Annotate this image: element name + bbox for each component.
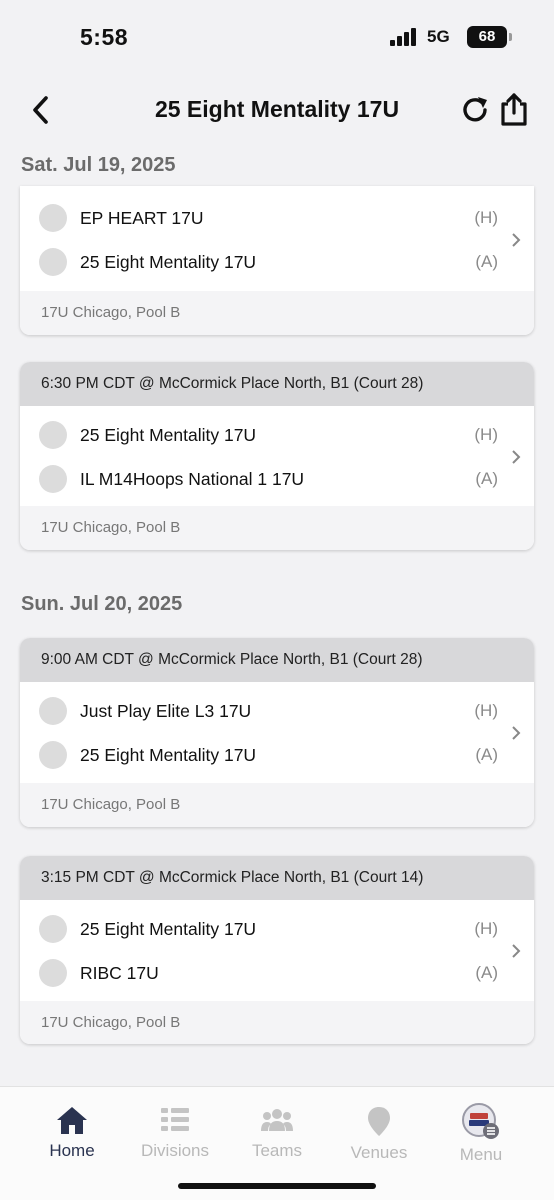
tab-venues[interactable]: Venues bbox=[329, 1105, 429, 1163]
tab-home[interactable]: Home bbox=[22, 1105, 122, 1161]
game-time-venue: 3:15 PM CDT @ McCormick Place North, B1 … bbox=[20, 856, 534, 900]
game-card[interactable]: 9:00 AM CDT @ McCormick Place North, B1 … bbox=[20, 638, 534, 827]
nav-bar: 25 Eight Mentality 17U bbox=[0, 80, 554, 140]
status-bar: 5:58 5G 68 bbox=[0, 0, 554, 74]
away-team-name: IL M14Hoops National 1 17U bbox=[80, 469, 305, 489]
game-card[interactable]: 3:15 PM CDT @ McCormick Place North, B1 … bbox=[20, 856, 534, 1044]
home-team-row: EP HEART 17U (H) bbox=[20, 196, 534, 240]
team-logo-placeholder bbox=[39, 915, 67, 943]
tab-label: Venues bbox=[350, 1143, 408, 1162]
away-indicator: (A) bbox=[475, 745, 498, 764]
refresh-button[interactable] bbox=[459, 94, 491, 126]
game-time-venue: 9:00 AM CDT @ McCormick Place North, B1 … bbox=[20, 638, 534, 682]
home-indicator: (H) bbox=[474, 208, 498, 227]
home-indicator: (H) bbox=[474, 701, 498, 720]
game-time-venue: 6:30 PM CDT @ McCormick Place North, B1 … bbox=[20, 362, 534, 406]
tab-label: Menu bbox=[459, 1145, 503, 1164]
menu-logo-icon bbox=[462, 1103, 499, 1139]
tab-teams[interactable]: Teams bbox=[227, 1105, 327, 1161]
home-indicator: (H) bbox=[474, 919, 498, 938]
home-indicator: (H) bbox=[474, 425, 498, 444]
tab-label: Teams bbox=[251, 1141, 303, 1160]
away-team-row: 25 Eight Mentality 17U (A) bbox=[20, 240, 534, 284]
team-logo-placeholder bbox=[39, 741, 67, 769]
team-logo-placeholder bbox=[39, 204, 67, 232]
home-team-row: Just Play Elite L3 17U (H) bbox=[20, 689, 534, 733]
status-time: 5:58 bbox=[80, 24, 129, 50]
game-card[interactable]: 6:30 PM CDT @ McCormick Place North, B1 … bbox=[20, 362, 534, 550]
home-team-name: 25 Eight Mentality 17U bbox=[80, 919, 257, 939]
network-type: 5G bbox=[427, 27, 450, 46]
tab-label: Home bbox=[49, 1141, 95, 1160]
away-team-row: RIBC 17U (A) bbox=[20, 951, 534, 995]
pool-label: 17U Chicago, Pool B bbox=[20, 783, 534, 827]
tab-divisions[interactable]: Divisions bbox=[125, 1105, 225, 1161]
home-team-name: Just Play Elite L3 17U bbox=[80, 701, 252, 721]
pool-label: 17U Chicago, Pool B bbox=[20, 1001, 534, 1044]
home-team-name: EP HEART 17U bbox=[80, 208, 204, 228]
tab-menu[interactable]: Menu bbox=[431, 1103, 531, 1165]
game-card[interactable]: EP HEART 17U (H) 25 Eight Mentality 17U … bbox=[20, 186, 534, 335]
battery-icon: 68 bbox=[467, 26, 512, 48]
refresh-icon bbox=[463, 97, 487, 122]
tab-label: Divisions bbox=[140, 1141, 210, 1160]
away-indicator: (A) bbox=[475, 252, 498, 271]
away-indicator: (A) bbox=[475, 469, 498, 488]
chevron-right-icon bbox=[512, 944, 521, 958]
team-logo-placeholder bbox=[39, 697, 67, 725]
cellular-signal-icon bbox=[390, 28, 418, 46]
away-team-name: 25 Eight Mentality 17U bbox=[80, 745, 257, 765]
chevron-right-icon bbox=[512, 450, 521, 464]
venues-icon bbox=[368, 1107, 390, 1136]
schedule-list[interactable]: Sat. Jul 19, 2025 EP HEART 17U (H) 25 Ei… bbox=[0, 146, 554, 1086]
pool-label: 17U Chicago, Pool B bbox=[20, 506, 534, 550]
home-team-row: 25 Eight Mentality 17U (H) bbox=[20, 413, 534, 457]
team-logo-placeholder bbox=[39, 465, 67, 493]
team-logo-placeholder bbox=[39, 959, 67, 987]
chevron-right-icon bbox=[512, 233, 521, 247]
team-logo-placeholder bbox=[39, 248, 67, 276]
share-icon bbox=[501, 93, 527, 126]
home-icon bbox=[57, 1107, 87, 1134]
home-indicator-bar bbox=[178, 1183, 376, 1189]
away-team-row: 25 Eight Mentality 17U (A) bbox=[20, 733, 534, 777]
share-button[interactable] bbox=[498, 91, 530, 127]
home-team-row: 25 Eight Mentality 17U (H) bbox=[20, 907, 534, 951]
date-header: Sun. Jul 20, 2025 bbox=[21, 593, 183, 615]
home-team-name: 25 Eight Mentality 17U bbox=[80, 425, 257, 445]
chevron-right-icon bbox=[512, 726, 521, 740]
away-team-name: RIBC 17U bbox=[80, 963, 159, 983]
away-team-row: IL M14Hoops National 1 17U (A) bbox=[20, 457, 534, 501]
teams-icon bbox=[261, 1109, 293, 1131]
away-team-name: 25 Eight Mentality 17U bbox=[80, 252, 257, 272]
pool-label: 17U Chicago, Pool B bbox=[20, 291, 534, 335]
away-indicator: (A) bbox=[475, 963, 498, 982]
team-logo-placeholder bbox=[39, 421, 67, 449]
divisions-icon bbox=[161, 1108, 189, 1131]
date-header: Sat. Jul 19, 2025 bbox=[21, 154, 176, 176]
